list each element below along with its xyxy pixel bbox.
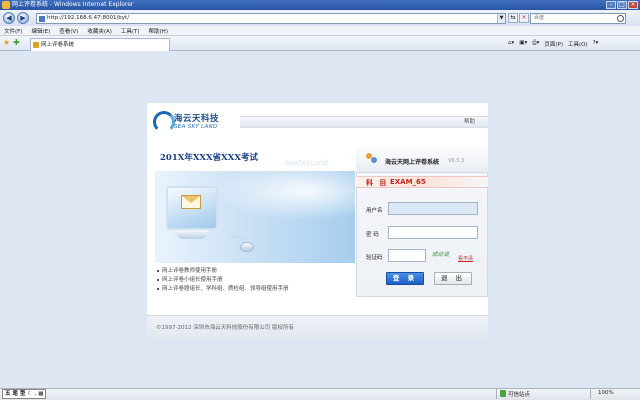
logo-subtext: SEA SKY LAND (174, 124, 218, 130)
stop-icon[interactable]: × (519, 13, 529, 23)
page-icon (39, 16, 45, 22)
password-label: 密 码 (366, 232, 379, 238)
manual-link-label: 网上评卷教师使用手册 (162, 268, 218, 274)
manual-link-question-leader[interactable]: 网上评卷题组长、学科组、质检组、领导组使用手册 (157, 284, 289, 292)
zoom-level[interactable]: 100% (598, 390, 614, 396)
bullet-icon (157, 278, 159, 281)
subject-value: EXAM_65 (390, 178, 426, 186)
feeds-icon[interactable]: ▣▾ (519, 40, 527, 48)
status-bar (0, 388, 640, 400)
manual-link-teacher[interactable]: 网上评卷教师使用手册 (157, 266, 217, 274)
search-placeholder: 百度 (534, 15, 545, 21)
ime-char: 笔 (12, 391, 19, 397)
tab-favicon-icon (33, 42, 39, 48)
chevron-down-icon[interactable]: ▼ (497, 14, 505, 23)
username-label: 用户名 (366, 208, 383, 214)
header-strip (240, 116, 488, 128)
monitor-stand (175, 230, 209, 239)
window-title-bar: 网上评卷系统 - Windows Internet Explorer – □ × (0, 0, 640, 10)
add-favorite-icon[interactable]: ✚ (13, 39, 20, 47)
home-icon[interactable]: ⌂▾ (508, 40, 514, 48)
ime-char: 型 (20, 391, 26, 397)
captcha-image[interactable]: 成动说 (432, 250, 454, 258)
menu-favorites[interactable]: 收藏夹(A) (87, 27, 112, 35)
tools-menu[interactable]: 工具(O) (568, 40, 588, 48)
menu-help[interactable]: 帮助(H) (149, 27, 168, 35)
help-icon[interactable]: ?▾ (593, 40, 599, 48)
bullet-icon (157, 287, 159, 290)
login-button[interactable]: 登 录 (386, 272, 424, 285)
back-icon[interactable]: ◀ (3, 12, 15, 24)
login-title: 海云天网上评卷系统 (385, 159, 440, 166)
version-label: V6.5.3 (448, 158, 465, 164)
print-icon[interactable]: ⎙▾ (532, 40, 539, 48)
logo-icon (153, 111, 175, 133)
copyright-text: ©1997-2012 深圳市海云天科技股份有限公司 版权所有 (156, 325, 294, 331)
logo-text: 海云天科技 (174, 114, 220, 124)
ie-icon (2, 1, 10, 9)
ime-indicator[interactable]: 五 笔 型 ☾ , ▦ (2, 389, 47, 399)
captcha-input[interactable] (388, 249, 426, 262)
exam-title: 201X年XXX省XXX考试 (160, 153, 258, 163)
envelope-icon (181, 195, 201, 209)
keyboard-icon: ▦ (38, 391, 44, 397)
captcha-refresh-link[interactable]: 看不清 (458, 255, 473, 262)
address-text: http://192.168.6.47:8001/byt/ (47, 15, 130, 21)
window-title: 网上评卷系统 - Windows Internet Explorer (12, 1, 134, 8)
tab-label: 网上评卷系统 (41, 42, 75, 48)
security-zone[interactable]: 可信站点 (508, 390, 530, 398)
forward-icon[interactable]: ▶ (17, 12, 29, 24)
manual-link-label: 网上评卷题组长、学科组、质检组、领导组使用手册 (162, 286, 289, 292)
manual-link-label: 网上评卷小组长使用手册 (162, 277, 223, 283)
users-icon (366, 153, 378, 165)
menu-tools[interactable]: 工具(T) (121, 27, 140, 35)
captcha-label: 验证码 (366, 255, 383, 261)
window-controls: – □ × (606, 1, 638, 9)
compat-view-icon[interactable]: ⇆ (508, 13, 518, 23)
help-link[interactable]: 帮助 (464, 117, 475, 125)
close-button[interactable]: × (628, 1, 638, 9)
tab-current[interactable]: 网上评卷系统 (30, 38, 170, 51)
banner-watermark: SeaSkyLand (285, 159, 328, 167)
exit-button[interactable]: 退 出 (434, 272, 472, 285)
password-input[interactable] (388, 226, 478, 239)
menu-edit[interactable]: 编辑(E) (31, 27, 50, 35)
page-menu[interactable]: 页面(P) (544, 40, 563, 48)
username-input[interactable] (388, 202, 478, 215)
search-icon[interactable] (617, 15, 624, 22)
status-separator (590, 389, 591, 399)
bullet-icon (157, 269, 159, 272)
search-input[interactable]: 百度 (530, 13, 626, 24)
trusted-zone-icon (500, 390, 506, 397)
ime-punct-icon: , (34, 391, 37, 397)
manual-link-group-leader[interactable]: 网上评卷小组长使用手册 (157, 275, 223, 283)
subject-label: 科 目 (366, 179, 389, 187)
mouse-icon (240, 242, 254, 252)
favorites-star-icon[interactable]: ★ (3, 39, 10, 47)
command-bar: ⌂▾ ▣▾ ⎙▾ 页面(P) 工具(O) ?▾ (508, 40, 598, 48)
minimize-button[interactable]: – (606, 1, 616, 9)
maximize-button[interactable]: □ (617, 1, 627, 9)
menu-bar: 文件(F) 编辑(E) 查看(V) 收藏夹(A) 工具(T) 帮助(H) (0, 26, 640, 36)
address-bar[interactable]: http://192.168.6.47:8001/byt/ ▼ (36, 13, 506, 24)
menu-view[interactable]: 查看(V) (59, 27, 78, 35)
ime-moon-icon: ☾ (27, 391, 33, 397)
status-separator (496, 389, 497, 399)
ime-char: 五 (5, 391, 11, 397)
menu-file[interactable]: 文件(F) (4, 27, 22, 35)
